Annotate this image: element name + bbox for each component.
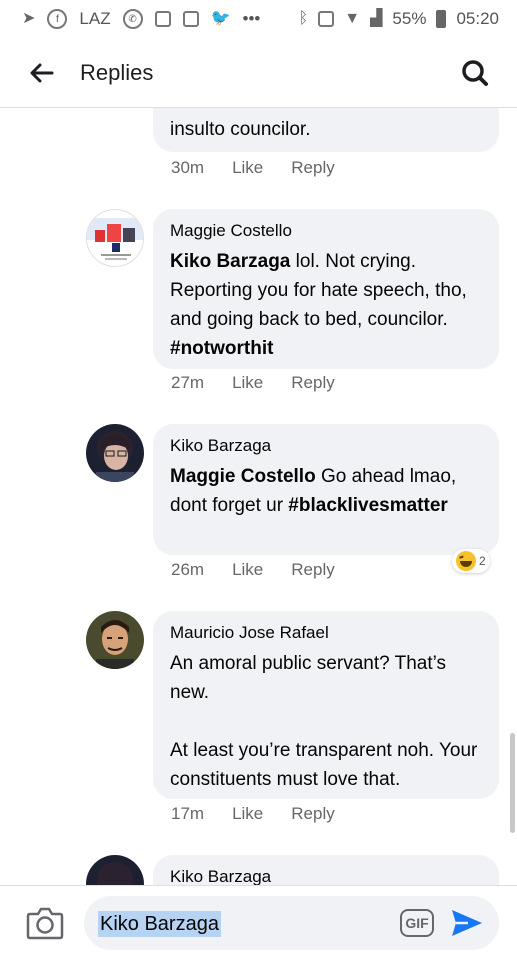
- avatar-image: [86, 611, 144, 669]
- back-arrow-icon: [30, 63, 54, 82]
- navigation-arrow-icon: ➤: [22, 10, 36, 27]
- mention-link[interactable]: Maggie Costello: [170, 466, 316, 487]
- comment-author[interactable]: Kiko Barzaga: [170, 436, 481, 456]
- send-icon: [452, 910, 482, 936]
- comment-bubble: Maggie Costello Kiko Barzaga lol. Not cr…: [153, 209, 499, 369]
- comment-author[interactable]: Mauricio Jose Rafael: [170, 623, 481, 643]
- facebook-icon: f: [47, 9, 68, 29]
- comment-timestamp: 17m: [171, 804, 205, 823]
- haha-icon: [456, 551, 476, 571]
- back-button[interactable]: [22, 53, 62, 93]
- comment-timestamp: 27m: [171, 373, 205, 392]
- comment-bubble: Mauricio Jose Rafael An amoral public se…: [153, 611, 499, 799]
- comment-actions: 26m Like Reply: [171, 560, 335, 580]
- twitter-icon: 🐦: [210, 10, 231, 27]
- comment-bubble: Kiko Barzaga: [153, 855, 499, 885]
- like-button[interactable]: Like: [232, 560, 263, 580]
- reply-button[interactable]: Reply: [291, 560, 334, 580]
- bluetooth-icon: ᛒ: [298, 10, 309, 27]
- comment-author[interactable]: Kiko Barzaga: [170, 867, 481, 885]
- viber-icon: ✆: [122, 9, 143, 29]
- camera-button[interactable]: [26, 906, 64, 940]
- signal-icon: ▟: [370, 10, 383, 27]
- mention-link[interactable]: Kiko Barzaga: [170, 251, 290, 272]
- battery-percent: 55%: [392, 9, 427, 28]
- reply-composer: Kiko Barzaga GIF: [0, 885, 517, 960]
- comment-actions: 17m Like Reply: [171, 804, 335, 824]
- reaction-count: 2: [479, 554, 486, 568]
- search-button[interactable]: [455, 53, 495, 93]
- avatar-image: [87, 210, 143, 266]
- page-title: Replies: [80, 59, 154, 85]
- comment-text: insulto councilor.: [170, 119, 311, 140]
- camera-icon: [26, 907, 64, 940]
- battery-icon: [436, 10, 447, 28]
- hashtag-link[interactable]: #blacklivesmatter: [288, 495, 448, 516]
- like-button[interactable]: Like: [232, 158, 263, 178]
- clock: 05:20: [456, 9, 499, 28]
- avatar[interactable]: [86, 855, 144, 885]
- calendar-icon: [182, 11, 199, 27]
- comment-author[interactable]: Maggie Costello: [170, 221, 481, 241]
- app-header: Replies: [0, 38, 517, 108]
- reply-button[interactable]: Reply: [291, 158, 334, 178]
- vibrate-icon: [318, 11, 335, 27]
- comment-input-value[interactable]: Kiko Barzaga: [98, 911, 221, 937]
- hashtag-link[interactable]: #notworthit: [170, 338, 273, 359]
- comment-bubble: Kiko Barzaga Maggie Costello Go ahead lm…: [153, 424, 499, 555]
- comment-text: Kiko Barzaga lol. Not crying. Reporting …: [170, 247, 481, 363]
- more-notifications: •••: [242, 9, 261, 28]
- search-icon: [462, 60, 488, 86]
- avatar[interactable]: [86, 209, 144, 267]
- like-button[interactable]: Like: [232, 373, 263, 393]
- avatar[interactable]: [86, 611, 144, 669]
- replies-thread[interactable]: insulto councilor. 30m Like Reply Maggie…: [0, 108, 517, 885]
- comment-paragraph: An amoral public servant? That’s new.: [170, 653, 447, 703]
- status-bar: ➤ f LAZ ✆ 🐦 ••• ᛒ ▼ ▟ 55% 05:20: [0, 0, 517, 38]
- gif-button[interactable]: GIF: [400, 909, 434, 937]
- avatar-image: [86, 424, 144, 482]
- scrollbar[interactable]: [510, 733, 515, 833]
- avatar[interactable]: [86, 424, 144, 482]
- comment-text: An amoral public servant? That’s new. At…: [170, 649, 481, 794]
- comment-paragraph: At least you’re transparent noh. Your co…: [170, 740, 478, 790]
- comment-text: Maggie Costello Go ahead lmao, dont forg…: [170, 462, 481, 520]
- avatar-image: [86, 855, 144, 885]
- reaction-summary[interactable]: 2: [452, 549, 490, 573]
- calendar-icon: [154, 11, 171, 27]
- carrier-label: LAZ: [79, 9, 111, 28]
- reply-button[interactable]: Reply: [291, 373, 334, 393]
- reply-button[interactable]: Reply: [291, 804, 334, 824]
- comment-timestamp: 30m: [171, 158, 205, 177]
- comment-timestamp: 26m: [171, 560, 205, 579]
- wifi-icon: ▼: [344, 10, 361, 27]
- comment-input[interactable]: Kiko Barzaga GIF: [84, 896, 499, 950]
- send-button[interactable]: [450, 907, 484, 939]
- comment-actions: 27m Like Reply: [171, 373, 335, 393]
- comment-bubble: insulto councilor.: [153, 108, 499, 152]
- comment-actions: 30m Like Reply: [171, 158, 335, 178]
- like-button[interactable]: Like: [232, 804, 263, 824]
